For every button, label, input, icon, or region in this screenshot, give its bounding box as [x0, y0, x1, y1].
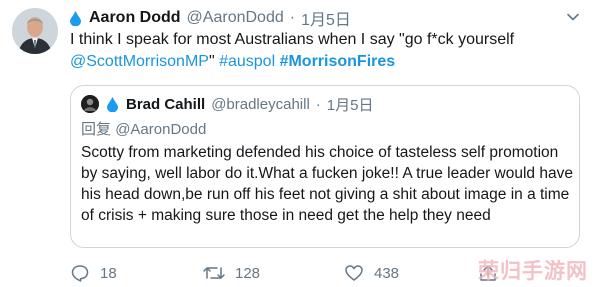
reply-button[interactable]: 18	[70, 262, 117, 284]
reply-count: 18	[100, 264, 117, 282]
reply-icon	[71, 265, 89, 282]
separator-dot: ·	[315, 95, 321, 113]
like-count: 438	[374, 264, 400, 282]
hashtag-morrisonfires[interactable]: #MorrisonFires	[280, 53, 396, 70]
quoted-author-name[interactable]: Brad Cahill	[126, 96, 205, 113]
author-avatar[interactable]	[12, 8, 58, 54]
separator-dot: ·	[289, 9, 296, 26]
tweet-text-line2: @ScottMorrisonMP" #auspol #MorrisonFires	[70, 51, 585, 73]
tweet-header: Aaron Dodd @AaronDodd · 1月5日	[70, 7, 351, 29]
hashtag-auspol[interactable]: #auspol	[219, 53, 275, 70]
tweet-text: I think I speak for most Australians whe…	[70, 29, 585, 73]
blue-drop-icon	[107, 96, 118, 112]
blue-drop-icon	[70, 10, 81, 26]
quoted-tweet-header: Brad Cahill @bradleycahill · 1月5日	[81, 94, 373, 114]
quoted-tweet-card[interactable]: Brad Cahill @bradleycahill · 1月5日 回复 @Aa…	[70, 85, 580, 248]
reply-to-handle[interactable]: @AaronDodd	[115, 121, 206, 138]
chevron-down-icon[interactable]	[566, 10, 580, 24]
site-watermark: 荣归手游网	[478, 260, 588, 283]
tweet-date[interactable]: 1月5日	[301, 6, 351, 30]
author-handle[interactable]: @AaronDodd	[187, 9, 284, 27]
heart-icon	[345, 265, 363, 281]
retweet-count: 128	[235, 264, 261, 282]
quoted-tweet-date[interactable]: 1月5日	[327, 94, 374, 115]
retweet-icon	[203, 267, 225, 279]
quoted-author-avatar[interactable]	[81, 95, 99, 113]
like-button[interactable]: 438	[344, 262, 399, 284]
retweet-button[interactable]: 128	[203, 262, 260, 284]
author-name[interactable]: Aaron Dodd	[89, 9, 181, 27]
quoted-author-handle[interactable]: @bradleycahill	[211, 96, 310, 113]
reply-to-line: 回复 @AaronDodd	[81, 118, 206, 139]
reply-prefix: 回复	[81, 121, 112, 138]
tweet-text-line1: I think I speak for most Australians whe…	[70, 31, 515, 48]
quoted-tweet-text: Scotty from marketing defended his choic…	[81, 144, 573, 224]
mention-link[interactable]: @ScottMorrisonMP	[70, 53, 209, 70]
closing-quote: "	[208, 53, 215, 70]
